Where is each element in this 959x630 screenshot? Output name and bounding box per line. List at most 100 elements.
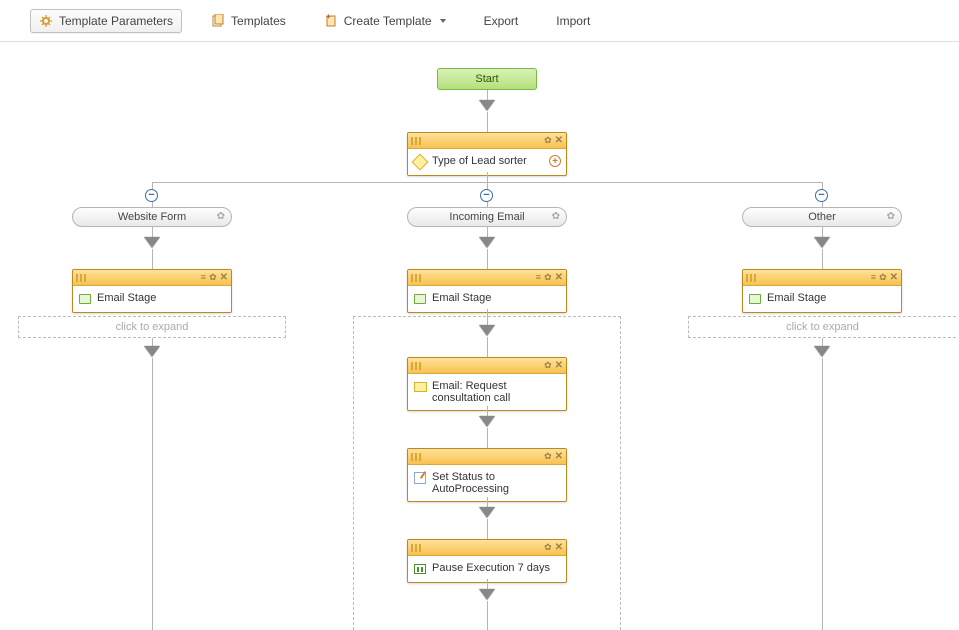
gear-icon[interactable]: ✿	[544, 452, 552, 461]
connector	[822, 249, 823, 269]
branch-right[interactable]: Other ✿	[742, 207, 902, 227]
branch-middle-label: Incoming Email	[449, 211, 524, 223]
arrow-down-icon	[480, 590, 494, 600]
close-icon[interactable]: ✕	[555, 452, 563, 462]
arrow-down-icon	[480, 238, 494, 248]
expand-box-right[interactable]: click to expand	[688, 316, 956, 338]
grip-icon[interactable]	[411, 274, 421, 282]
node-header: ✿ ✕	[408, 540, 566, 556]
gear-icon[interactable]: ✿	[552, 211, 560, 222]
collapse-icon[interactable]: −	[815, 189, 828, 202]
branch-left-label: Website Form	[118, 211, 186, 223]
template-parameters-label: Template Parameters	[59, 14, 173, 28]
connector	[487, 249, 488, 269]
connector	[487, 428, 488, 448]
start-label: Start	[475, 73, 498, 85]
node-header: ≡ ✿ ✕	[743, 270, 901, 286]
gear-icon[interactable]: ✿	[544, 136, 552, 145]
email-stage-right[interactable]: ≡ ✿ ✕ Email Stage	[742, 269, 902, 313]
grip-icon[interactable]	[76, 274, 86, 282]
connector	[487, 112, 488, 132]
folder-icon	[78, 292, 92, 306]
arrow-down-icon	[815, 238, 829, 248]
grip-icon[interactable]	[411, 544, 421, 552]
collapse-toggle-icon[interactable]: ≡	[201, 273, 206, 282]
close-icon[interactable]: ✕	[220, 273, 228, 283]
arrow-down-icon	[145, 347, 159, 357]
create-template-button[interactable]: + Create Template	[315, 9, 455, 33]
arrow-down-icon	[480, 101, 494, 111]
gear-icon[interactable]: ✿	[544, 543, 552, 552]
arrow-down-icon	[815, 347, 829, 357]
node-body: Email: Request consultation call	[408, 374, 566, 410]
collapse-toggle-icon[interactable]: ≡	[871, 273, 876, 282]
import-button[interactable]: Import	[547, 9, 599, 33]
node-body: Email Stage	[743, 286, 901, 312]
node-label: Set Status to AutoProcessing	[432, 471, 561, 495]
close-icon[interactable]: ✕	[555, 136, 563, 146]
node-label: Pause Execution 7 days	[432, 562, 550, 574]
folder-icon	[748, 292, 762, 306]
close-icon[interactable]: ✕	[890, 273, 898, 283]
grip-icon[interactable]	[411, 362, 421, 370]
close-icon[interactable]: ✕	[555, 273, 563, 283]
branch-right-label: Other	[808, 211, 836, 223]
close-icon[interactable]: ✕	[555, 361, 563, 371]
arrow-down-icon	[480, 508, 494, 518]
set-status-node[interactable]: ✿ ✕ Set Status to AutoProcessing	[407, 448, 567, 502]
arrow-down-icon	[480, 326, 494, 336]
toolbar: Template Parameters Templates + Create T…	[0, 0, 959, 42]
email-stage-middle[interactable]: ≡ ✿ ✕ Email Stage	[407, 269, 567, 313]
gear-icon[interactable]: ✿	[544, 361, 552, 370]
email-stage-label: Email Stage	[97, 292, 156, 304]
export-label: Export	[484, 14, 519, 28]
request-consultation-node[interactable]: ✿ ✕ Email: Request consultation call	[407, 357, 567, 411]
connector	[487, 337, 488, 357]
expand-label: click to expand	[786, 321, 859, 333]
gear-icon[interactable]: ✿	[209, 273, 217, 282]
pause-execution-node[interactable]: ✿ ✕ Pause Execution 7 days	[407, 539, 567, 583]
mail-icon	[413, 380, 427, 394]
node-header: ✿ ✕	[408, 133, 566, 149]
close-icon[interactable]: ✕	[555, 543, 563, 553]
expand-box-left[interactable]: click to expand	[18, 316, 286, 338]
chevron-down-icon	[440, 19, 446, 23]
gear-icon[interactable]: ✿	[544, 273, 552, 282]
grip-icon[interactable]	[411, 453, 421, 461]
arrow-down-icon	[480, 417, 494, 427]
start-node[interactable]: Start	[437, 68, 537, 90]
add-icon[interactable]: +	[549, 155, 561, 167]
branch-middle[interactable]: Incoming Email ✿	[407, 207, 567, 227]
email-stage-label: Email Stage	[432, 292, 491, 304]
pause-icon	[413, 562, 427, 576]
templates-button[interactable]: Templates	[202, 9, 295, 33]
gear-icon	[39, 14, 53, 28]
sorter-node[interactable]: ✿ ✕ Type of Lead sorter +	[407, 132, 567, 176]
collapse-toggle-icon[interactable]: ≡	[536, 273, 541, 282]
flowchart-canvas[interactable]: Start ✿ ✕ Type of Lead sorter + − Websit…	[0, 42, 959, 630]
email-stage-label: Email Stage	[767, 292, 826, 304]
email-stage-left[interactable]: ≡ ✿ ✕ Email Stage	[72, 269, 232, 313]
gear-icon[interactable]: ✿	[217, 211, 225, 222]
gear-icon[interactable]: ✿	[879, 273, 887, 282]
connector	[487, 172, 488, 182]
node-header: ✿ ✕	[408, 449, 566, 465]
node-header: ≡ ✿ ✕	[73, 270, 231, 286]
grip-icon[interactable]	[746, 274, 756, 282]
collapse-icon[interactable]: −	[145, 189, 158, 202]
node-body: Set Status to AutoProcessing	[408, 465, 566, 501]
node-label: Email: Request consultation call	[432, 380, 561, 404]
svg-text:+: +	[326, 14, 331, 21]
sorter-label: Type of Lead sorter	[432, 155, 527, 167]
template-parameters-button[interactable]: Template Parameters	[30, 9, 182, 33]
templates-icon	[211, 14, 225, 28]
connector	[822, 358, 823, 630]
gear-icon[interactable]: ✿	[887, 211, 895, 222]
export-button[interactable]: Export	[475, 9, 528, 33]
templates-label: Templates	[231, 14, 286, 28]
grip-icon[interactable]	[411, 137, 421, 145]
collapse-icon[interactable]: −	[480, 189, 493, 202]
node-header: ✿ ✕	[408, 358, 566, 374]
branch-left[interactable]: Website Form ✿	[72, 207, 232, 227]
create-template-icon: +	[324, 14, 338, 28]
